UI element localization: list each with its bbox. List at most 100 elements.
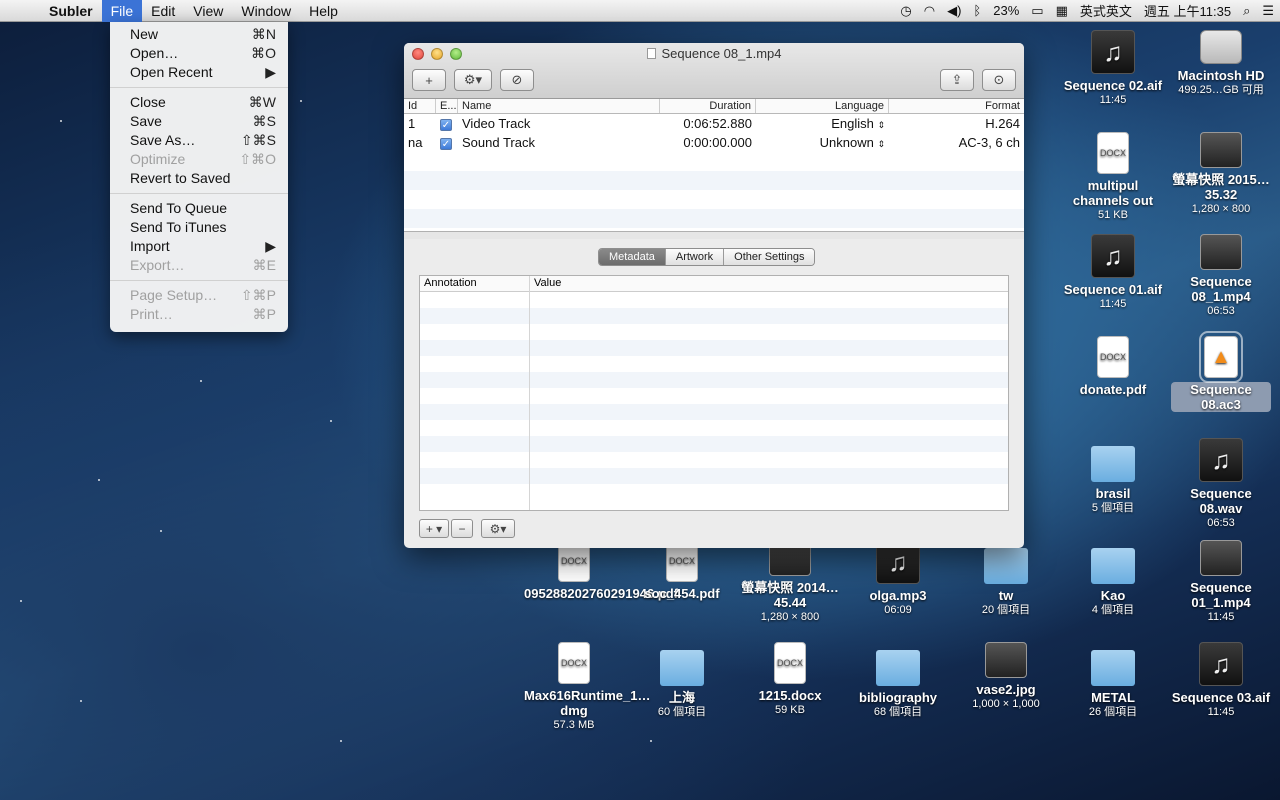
desktop-icon-info: 1,280 × 800 <box>760 611 820 623</box>
menu-item-label: Open… <box>130 45 179 61</box>
col-value[interactable]: Value <box>530 276 565 291</box>
empty-row <box>420 340 1008 356</box>
desktop-icon[interactable]: DOCX multipul channels out 51 KB <box>1063 132 1163 222</box>
metadata-gear-button[interactable]: ⚙▾ <box>481 519 515 538</box>
desktop-icon[interactable]: Macintosh HD 499.25…GB 可用 <box>1171 30 1271 97</box>
track-language-select[interactable]: English ⇕ <box>756 116 889 131</box>
desktop-icon[interactable]: ♫ Sequence 08.wav 06:53 <box>1171 438 1271 530</box>
desktop-icon[interactable]: METAL 26 個項目 <box>1063 642 1163 719</box>
menu-window[interactable]: Window <box>232 0 300 22</box>
spotlight-icon[interactable]: ⌕ <box>1237 3 1256 19</box>
desktop-icon-info: 06:53 <box>1207 517 1235 529</box>
remove-metadata-button[interactable]: − <box>451 519 473 538</box>
col-format[interactable]: Format <box>889 99 1024 113</box>
desktop-icon[interactable]: DOCX soc_454.pdf <box>632 540 732 601</box>
desktop-icon-name: brasil <box>1095 486 1131 501</box>
add-track-button[interactable]: + <box>412 69 446 91</box>
col-annotation[interactable]: Annotation <box>420 276 530 291</box>
col-name[interactable]: Name <box>458 99 660 113</box>
desktop-icon[interactable]: DOCX Max616Runtime_1…dmg 57.3 MB <box>524 642 650 732</box>
remove-track-button[interactable]: ⊘ <box>500 69 534 91</box>
desktop-icon[interactable]: ♫ Sequence 01.aif 11:45 <box>1063 234 1163 311</box>
col-duration[interactable]: Duration <box>660 99 756 113</box>
document-icon: DOCX <box>1097 132 1129 174</box>
battery-percent[interactable]: 23% <box>987 3 1025 18</box>
desktop-icon[interactable]: 螢幕快照 2014…45.44 1,280 × 800 <box>740 540 840 624</box>
volume-icon[interactable]: ◀) <box>941 3 967 19</box>
folder-icon <box>984 548 1028 584</box>
empty-row <box>420 420 1008 436</box>
desktop-icon[interactable]: DOCX 095288202760291946.pdf <box>524 540 678 601</box>
track-row[interactable]: 1 ✓ Video Track 0:06:52.880 English ⇕ H.264 <box>404 114 1024 133</box>
col-enabled[interactable]: E... <box>436 99 458 113</box>
image-file-icon <box>985 642 1027 678</box>
tab-artwork[interactable]: Artwork <box>665 249 725 265</box>
track-language-select[interactable]: Unknown ⇕ <box>756 135 889 150</box>
menu-item-open[interactable]: Open… ⌘O <box>110 44 288 63</box>
action-gear-button[interactable]: ⚙▾ <box>454 69 492 91</box>
desktop-icon[interactable]: Kao 4 個項目 <box>1063 540 1163 617</box>
menu-item-send-to-itunes[interactable]: Send To iTunes <box>110 218 288 237</box>
flag-icon[interactable]: ▦ <box>1050 3 1074 19</box>
menu-item-save[interactable]: Save ⌘S <box>110 112 288 131</box>
desktop-icon[interactable]: DOCX donate.pdf <box>1063 336 1163 397</box>
bluetooth-icon[interactable]: ᛒ <box>967 3 987 18</box>
desktop-icon[interactable]: DOCX 1215.docx 59 KB <box>740 642 840 717</box>
desktop-icon[interactable]: 上海 60 個項目 <box>632 642 732 719</box>
time-machine-icon[interactable]: ◷ <box>894 3 917 19</box>
menu-item-open-recent[interactable]: Open Recent ▶ <box>110 63 288 82</box>
desktop-icon[interactable]: 螢幕快照 2015…35.32 1,280 × 800 <box>1171 132 1271 216</box>
track-enabled-checkbox[interactable]: ✓ <box>436 116 458 131</box>
search-metadata-button[interactable]: ⊙ <box>982 69 1016 91</box>
desktop-icon[interactable]: bibliography 68 個項目 <box>848 642 948 719</box>
hard-disk-icon <box>1200 30 1242 64</box>
empty-row <box>420 324 1008 340</box>
desktop-icon[interactable]: ▲ Sequence 08.ac3 <box>1171 331 1271 414</box>
desktop-icon[interactable]: Sequence 01_1.mp4 11:45 <box>1171 540 1271 624</box>
wifi-icon[interactable]: ◠ <box>918 3 941 19</box>
menu-item-send-to-queue[interactable]: Send To Queue <box>110 199 288 218</box>
desktop-icon[interactable]: brasil 5 個項目 <box>1063 438 1163 515</box>
desktop-icon-info: 06:53 <box>1207 305 1235 317</box>
battery-icon[interactable]: ▭ <box>1025 3 1049 19</box>
desktop-icon-name: Sequence 02.aif <box>1063 78 1163 93</box>
metadata-rows <box>420 292 1008 500</box>
input-method[interactable]: 英式英文 <box>1074 1 1138 20</box>
menu-item-save-as[interactable]: Save As… ⇧⌘S <box>110 131 288 150</box>
menu-item-revert-to-saved[interactable]: Revert to Saved <box>110 169 288 188</box>
menu-help[interactable]: Help <box>300 0 347 22</box>
track-id: 1 <box>408 116 416 131</box>
desktop-icon[interactable]: ♫ Sequence 02.aif 11:45 <box>1063 30 1163 107</box>
desktop-icon-name: tw <box>998 588 1014 603</box>
track-name: Video Track <box>462 116 531 131</box>
col-id[interactable]: Id <box>404 99 436 113</box>
menu-item-import[interactable]: Import ▶ <box>110 237 288 256</box>
desktop-icon[interactable]: tw 20 個項目 <box>956 540 1056 617</box>
desktop-icon[interactable]: vase2.jpg 1,000 × 1,000 <box>956 642 1056 711</box>
desktop-icon[interactable]: ♫ olga.mp3 06:09 <box>848 540 948 617</box>
menu-item-label: Save As… <box>130 132 196 148</box>
desktop-icon[interactable]: Sequence 08_1.mp4 06:53 <box>1171 234 1271 318</box>
app-menu[interactable]: Subler <box>40 0 102 22</box>
menu-view[interactable]: View <box>184 0 232 22</box>
desktop-icon-name: Sequence 01_1.mp4 <box>1190 580 1252 610</box>
share-button[interactable]: ⇪ <box>940 69 974 91</box>
tab-metadata[interactable]: Metadata <box>599 249 666 265</box>
menu-item-label: Revert to Saved <box>130 170 231 186</box>
clock[interactable]: 週五 上午11:35 <box>1138 1 1237 20</box>
desktop-icon-name: Sequence 03.aif <box>1171 690 1271 705</box>
menu-item-new[interactable]: New ⌘N <box>110 25 288 44</box>
tab-other-settings[interactable]: Other Settings <box>724 249 815 265</box>
track-enabled-checkbox[interactable]: ✓ <box>436 135 458 150</box>
add-metadata-button[interactable]: + ▾ <box>419 519 449 538</box>
menu-file[interactable]: File <box>101 0 143 22</box>
notification-center-icon[interactable]: ☰ <box>1256 3 1280 19</box>
split-view-divider[interactable] <box>404 231 1024 239</box>
menu-item-close[interactable]: Close ⌘W <box>110 93 288 112</box>
desktop-icon[interactable]: ♫ Sequence 03.aif 11:45 <box>1171 642 1271 719</box>
menu-item-label: Page Setup… <box>130 287 218 303</box>
track-row[interactable]: na ✓ Sound Track 0:00:00.000 Unknown ⇕ AC-3, … <box>404 133 1024 152</box>
menu-edit[interactable]: Edit <box>142 0 184 22</box>
desktop-icon-info: 57.3 MB <box>553 719 595 731</box>
col-language[interactable]: Language <box>756 99 889 113</box>
